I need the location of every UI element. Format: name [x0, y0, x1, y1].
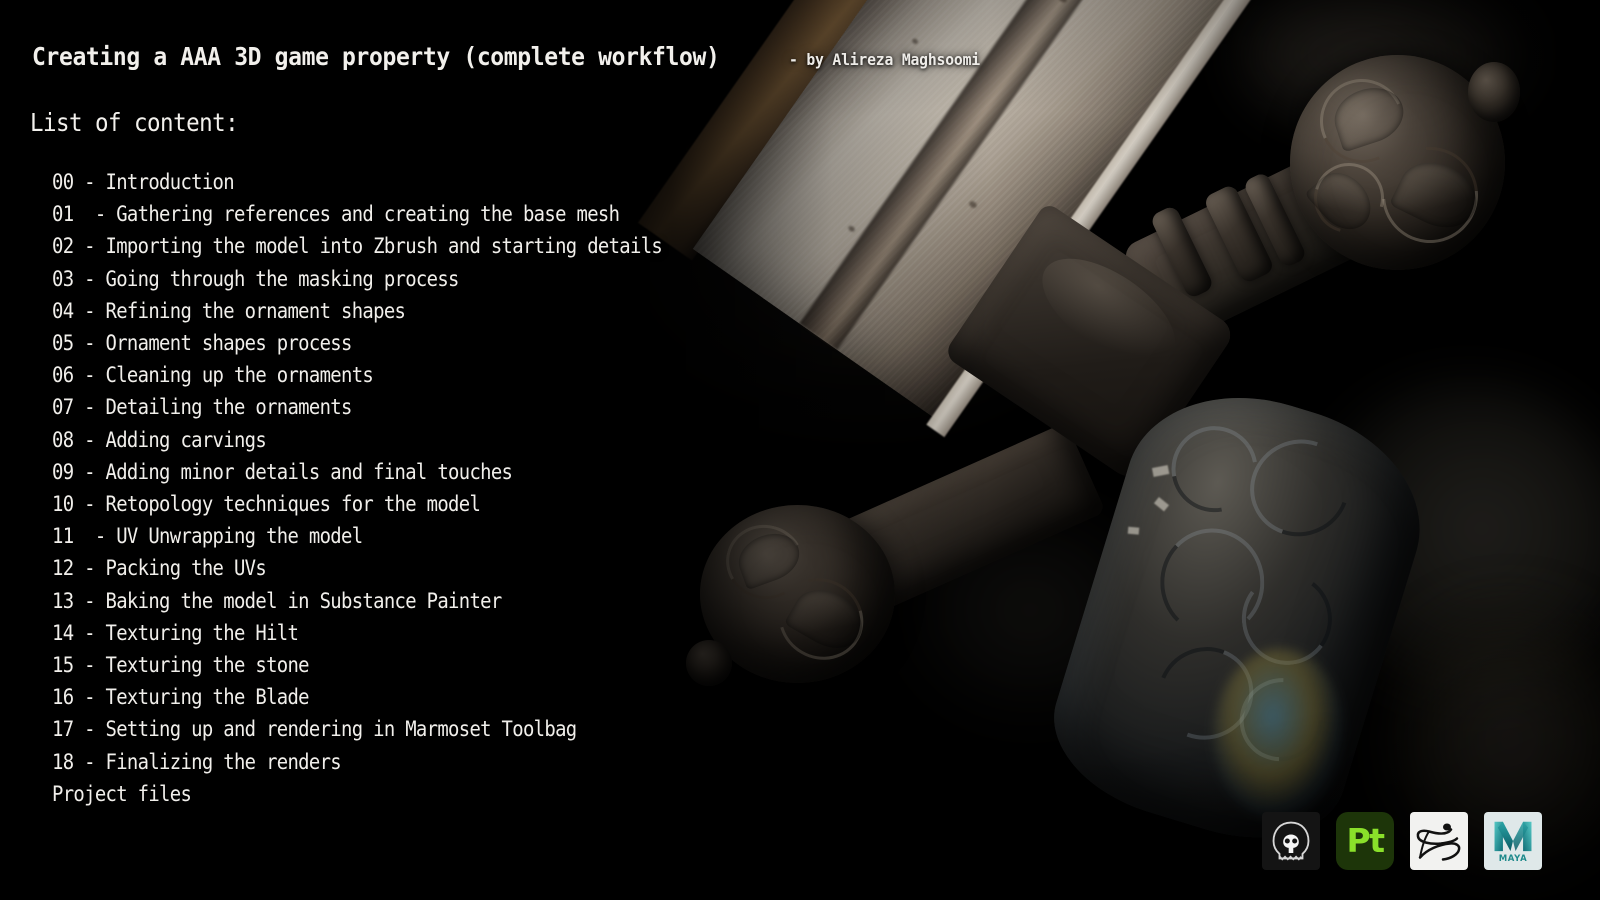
toc-item: 14 - Texturing the Hilt	[52, 620, 299, 645]
toc-item: 06 - Cleaning up the ornaments	[52, 363, 374, 388]
toc-item: 04 - Refining the ornament shapes	[52, 298, 406, 323]
toc-item: 15 - Texturing the stone	[52, 653, 310, 678]
toc-item: 17 - Setting up and rendering in Marmose…	[52, 717, 577, 742]
toc-item: 01 - Gathering references and creating t…	[52, 202, 620, 227]
brush-stroke-icon	[1416, 823, 1461, 861]
table-of-contents: 00 - Introduction 01 - Gathering referenc…	[52, 166, 730, 810]
toc-item: Project files	[52, 781, 192, 806]
toc-item: 12 - Packing the UVs	[52, 556, 267, 581]
toc-item: 10 - Retopology techniques for the model	[52, 492, 481, 517]
slide-canvas: Creating a AAA 3D game property (complet…	[0, 0, 1600, 900]
list-of-content-heading: List of content:	[30, 108, 239, 137]
pt-icon: Pt	[1346, 820, 1385, 860]
marmoset-toolbag-logo	[1262, 812, 1320, 870]
zbrush-logo	[1410, 812, 1468, 870]
toc-item: 16 - Texturing the Blade	[52, 685, 310, 710]
toc-item: 13 - Baking the model in Substance Paint…	[52, 588, 502, 613]
maya-wordmark: MAYA	[1498, 853, 1528, 864]
title-main-text: Creating a AAA 3D game property (complet…	[32, 42, 720, 71]
maya-logo: MAYA	[1484, 812, 1542, 870]
substance-painter-logo: Pt	[1336, 812, 1394, 870]
toc-item: 05 - Ornament shapes process	[52, 331, 352, 356]
toc-item: 08 - Adding carvings	[52, 427, 267, 452]
slide-content: Creating a AAA 3D game property (complet…	[0, 0, 1600, 900]
toc-item: 18 - Finalizing the renders	[52, 749, 342, 774]
maya-m-icon	[1494, 821, 1532, 851]
toc-item: 03 - Going through the masking process	[52, 266, 459, 291]
toc-item: 07 - Detailing the ornaments	[52, 395, 352, 420]
title-byline-text: - by Alireza Maghsoomi	[789, 50, 981, 69]
toc-item: 02 - Importing the model into Zbrush and…	[52, 234, 663, 259]
software-logo-strip: Pt MAYA	[1262, 812, 1542, 870]
page-title: Creating a AAA 3D game property (complet…	[32, 42, 997, 71]
toc-item: 09 - Adding minor details and final touc…	[52, 459, 513, 484]
skull-icon	[1272, 821, 1310, 861]
toc-item: 00 - Introduction	[52, 170, 235, 194]
toc-item: 11 - UV Unwrapping the model	[52, 524, 363, 549]
